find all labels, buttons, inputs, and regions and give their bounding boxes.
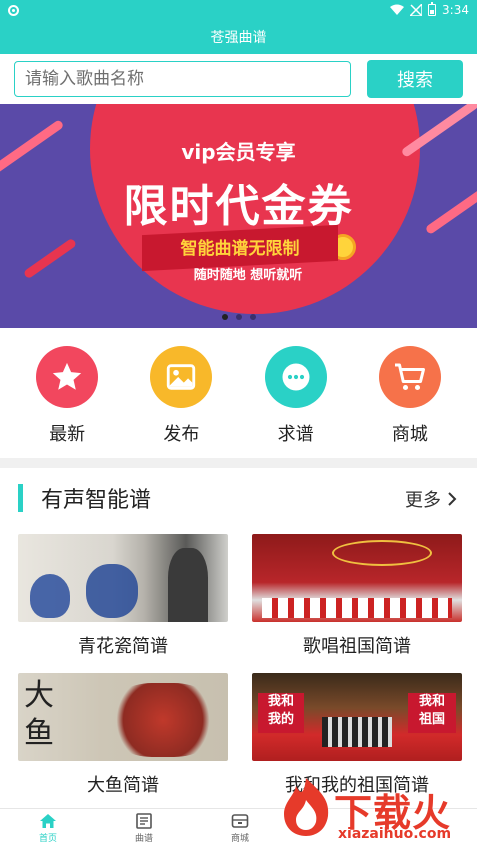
bottom-nav-label: 商城 xyxy=(230,834,249,844)
bottom-nav-label: 曲谱 xyxy=(134,834,153,844)
bottom-nav-shop[interactable]: 商城 xyxy=(192,809,288,848)
more-label: 更多 xyxy=(405,490,441,511)
cart-icon xyxy=(378,346,441,408)
search-input[interactable] xyxy=(14,61,351,97)
score-thumbnail xyxy=(252,534,462,622)
banner-tagline: 随时随地 想听就听 xyxy=(193,268,303,283)
more-link[interactable]: 更多 xyxy=(405,486,457,512)
quick-nav-label: 求谱 xyxy=(277,424,314,445)
quick-nav-label: 最新 xyxy=(49,424,86,445)
search-button[interactable]: 搜索 xyxy=(367,60,463,98)
watermark-url: xiazaihuo.com xyxy=(338,826,452,842)
score-card[interactable]: 大鱼 大鱼简谱 xyxy=(18,673,228,797)
score-thumbnail: 大鱼 xyxy=(18,673,228,761)
status-time: 3:34 xyxy=(442,3,469,17)
signal-off-icon xyxy=(410,4,423,16)
banner-title: 限时代金券 xyxy=(123,181,354,232)
battery-icon xyxy=(428,2,437,16)
status-bar: 3:34 xyxy=(0,0,477,20)
image-icon xyxy=(150,346,213,408)
quick-nav-publish[interactable]: 发布 xyxy=(136,346,226,458)
watermark: 下载火 xiazaihuo.com xyxy=(278,776,474,846)
notification-icon xyxy=(8,4,19,16)
section-header: 有声智能谱 更多 xyxy=(0,478,477,518)
app-title: 苍强曲谱 xyxy=(210,30,267,46)
divider xyxy=(0,458,477,468)
chevron-right-icon xyxy=(448,492,457,506)
shop-icon xyxy=(231,814,249,828)
app-header: 3:34 苍强曲谱 xyxy=(0,0,477,54)
score-card[interactable]: 青花瓷简谱 xyxy=(18,534,228,658)
bottom-nav-label: 首页 xyxy=(38,834,57,844)
promo-banner[interactable]: vip会员专享 限时代金券 智能曲谱无限制 随时随地 想听就听 xyxy=(0,104,477,328)
pager-dot[interactable] xyxy=(249,314,256,320)
quick-nav: 最新 发布 求谱 商城 xyxy=(0,328,477,458)
chat-icon xyxy=(264,346,327,408)
flame-logo-icon xyxy=(284,778,329,836)
score-thumbnail xyxy=(18,534,228,622)
home-icon xyxy=(40,814,56,828)
bottom-nav-home[interactable]: 首页 xyxy=(0,809,96,848)
quick-nav-latest[interactable]: 最新 xyxy=(22,346,112,458)
banner-stripe-graphic xyxy=(22,237,78,280)
score-title: 歌唱祖国简谱 xyxy=(303,636,411,657)
quick-nav-shop[interactable]: 商城 xyxy=(365,346,455,458)
pager-dot[interactable] xyxy=(235,314,242,320)
star-icon xyxy=(36,346,99,408)
score-title: 大鱼简谱 xyxy=(87,775,159,796)
score-icon xyxy=(136,813,152,829)
score-thumbnail: 我和 我的 我和 祖国 xyxy=(252,673,462,761)
banner-subtitle: 智能曲谱无限制 xyxy=(180,239,300,259)
score-card[interactable]: 歌唱祖国简谱 xyxy=(252,534,462,658)
search-bar: 搜索 xyxy=(0,54,477,104)
section-title: 有声智能谱 xyxy=(41,488,152,513)
section-accent-bar xyxy=(18,484,23,512)
banner-vip-text: vip会员专享 xyxy=(181,140,296,164)
pager-dot[interactable] xyxy=(221,314,228,320)
score-title: 青花瓷简谱 xyxy=(78,636,168,657)
quick-nav-request[interactable]: 求谱 xyxy=(251,346,341,458)
wifi-icon xyxy=(390,4,405,15)
bottom-nav-scores[interactable]: 曲谱 xyxy=(96,809,192,848)
quick-nav-label: 发布 xyxy=(163,424,200,445)
banner-pager xyxy=(0,314,477,320)
quick-nav-label: 商城 xyxy=(391,424,428,445)
